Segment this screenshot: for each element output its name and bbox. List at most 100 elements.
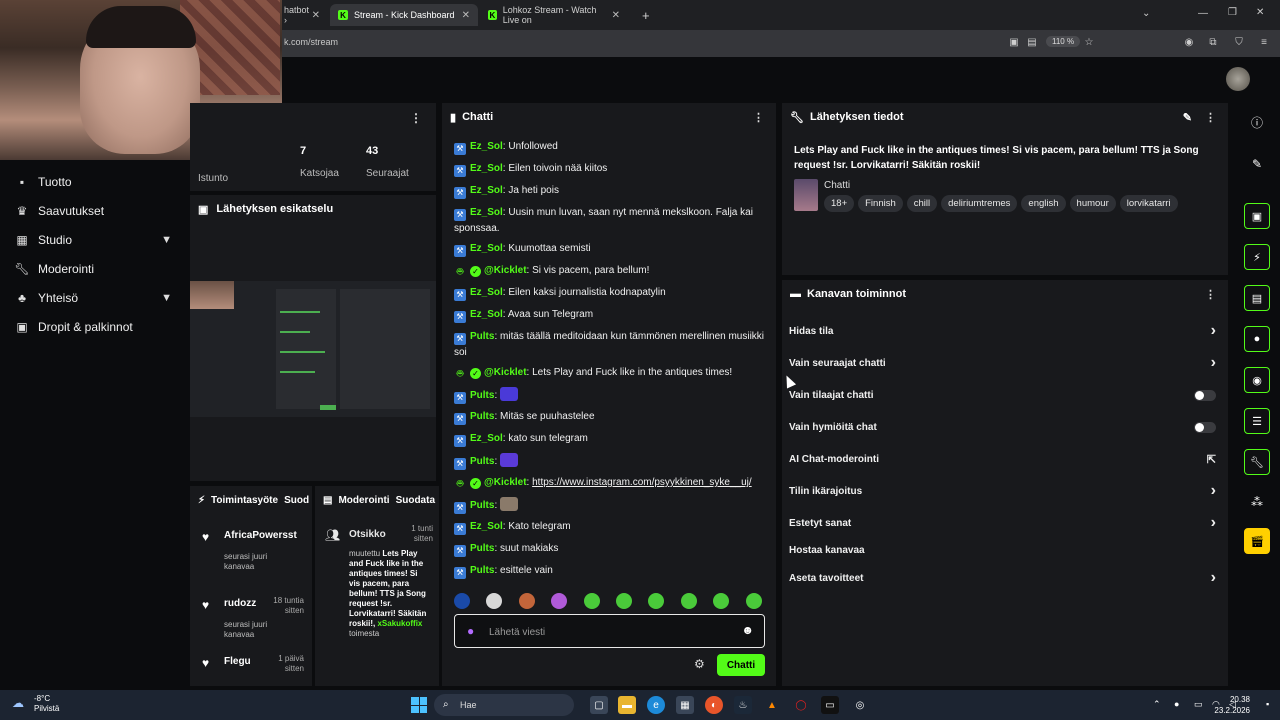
broadcast-icon[interactable]: ◉ xyxy=(1244,367,1270,393)
close-icon[interactable]: ✕ xyxy=(312,10,320,21)
obs-icon[interactable]: ◎ xyxy=(851,696,869,714)
shield-icon[interactable]: ⛉ xyxy=(1233,37,1245,49)
file-explorer-icon[interactable]: ▬ xyxy=(618,696,636,714)
chat-username[interactable]: Pults xyxy=(470,500,494,511)
chat-username[interactable]: @Kicklet xyxy=(484,367,527,378)
sidebar-item-tuotto[interactable]: ▪ Tuotto xyxy=(0,168,188,196)
steam-icon[interactable]: ♨ xyxy=(734,696,752,714)
sidebar-item-dropit[interactable]: ▣ Dropit & palkinnot xyxy=(0,313,188,341)
channel-action-row[interactable]: Vain seuraajat chatti › xyxy=(782,349,1228,377)
notifications-icon[interactable]: ▪ xyxy=(1266,699,1269,709)
gear-icon[interactable]: ⚙ xyxy=(694,657,705,671)
chat-username[interactable]: Pults xyxy=(470,331,494,342)
channel-action-row[interactable]: Hidas tila › xyxy=(782,317,1228,345)
tray-chevron-icon[interactable]: ⌃ xyxy=(1153,699,1161,710)
store-icon[interactable]: ▦ xyxy=(676,696,694,714)
vlc-icon[interactable]: ▲ xyxy=(763,696,781,714)
opera-icon[interactable]: ◯ xyxy=(792,696,810,714)
task-view-icon[interactable]: ▢ xyxy=(590,696,608,714)
filter-label[interactable]: Suod xyxy=(284,495,309,506)
emote-icon[interactable] xyxy=(745,593,762,609)
close-icon[interactable]: ✕ xyxy=(612,10,620,21)
emote-icon[interactable] xyxy=(486,593,503,609)
chat-username[interactable]: Pults xyxy=(470,543,494,554)
edge-icon[interactable]: e xyxy=(647,696,665,714)
chat-username[interactable]: Pults xyxy=(470,411,494,422)
mod-actor[interactable]: xSakukoffix xyxy=(377,619,422,628)
chat-username[interactable]: Ez_Sol xyxy=(470,521,503,532)
maximize-icon[interactable]: ❐ xyxy=(1228,7,1237,18)
account-icon[interactable]: ◉ xyxy=(1183,37,1195,49)
sidebar-item-moderointi[interactable]: 🔧︎ Moderointi xyxy=(0,255,188,283)
chat-username[interactable]: Ez_Sol xyxy=(470,433,503,444)
chat-username[interactable]: Pults xyxy=(470,565,494,576)
tag-chip[interactable]: chill xyxy=(906,195,938,212)
chat-username[interactable]: @Kicklet xyxy=(484,477,527,488)
emote-icon[interactable] xyxy=(583,593,600,609)
browser-tab-active[interactable]: K Stream - Kick Dashboard ✕ xyxy=(330,4,478,26)
display-icon[interactable]: ▭ xyxy=(1194,699,1203,710)
firefox-icon[interactable]: ◐ xyxy=(705,696,723,714)
browser-tab[interactable]: hatbot › ✕ xyxy=(276,4,328,26)
microphone-icon[interactable]: ● xyxy=(467,624,474,638)
new-tab-button[interactable]: + xyxy=(634,4,654,26)
tag-chip[interactable]: lorvikatarri xyxy=(1119,195,1178,212)
channel-action-row[interactable]: Hostaa kanavaa xyxy=(782,536,1228,564)
emote-icon[interactable] xyxy=(680,593,697,609)
chat-input-box[interactable]: ● ☻ xyxy=(454,614,765,648)
kebab-icon[interactable]: ⋮ xyxy=(1205,288,1216,301)
reader-icon[interactable]: ▤ xyxy=(1026,37,1038,49)
chat-username[interactable]: Pults xyxy=(470,456,494,467)
tab-list-icon[interactable]: ⌄ xyxy=(1142,8,1150,19)
channel-action-row[interactable]: Aseta tavoitteet › xyxy=(782,564,1228,592)
emoji-icon[interactable]: ☻ xyxy=(741,623,754,637)
toggle-switch[interactable] xyxy=(1194,389,1216,401)
chat-input[interactable] xyxy=(489,624,729,640)
pencil-icon[interactable]: ✎ xyxy=(1244,153,1270,175)
minimize-icon[interactable]: — xyxy=(1198,8,1208,19)
camera-icon[interactable]: ▣ xyxy=(1244,203,1270,229)
chat-username[interactable]: Ez_Sol xyxy=(470,163,503,174)
group-icon[interactable]: ⁂ xyxy=(1244,491,1270,513)
channel-action-row[interactable]: Vain hymiöitä chat xyxy=(782,413,1228,441)
close-icon[interactable]: ✕ xyxy=(462,10,470,21)
chat-username[interactable]: Ez_Sol xyxy=(470,141,503,152)
list-icon[interactable]: ☰ xyxy=(1244,408,1270,434)
emote-icon[interactable] xyxy=(616,593,632,609)
avatar[interactable] xyxy=(1226,67,1250,91)
clapperboard-icon[interactable]: 🎬︎ xyxy=(1244,528,1270,554)
chat-username[interactable]: Ez_Sol xyxy=(470,207,503,218)
start-button[interactable] xyxy=(411,697,427,713)
emote-icon[interactable] xyxy=(648,593,665,609)
kebab-icon[interactable]: ⋮ xyxy=(1205,111,1216,124)
chat-username[interactable]: Ez_Sol xyxy=(470,287,503,298)
tag-chip[interactable]: humour xyxy=(1069,195,1116,212)
emote-icon[interactable] xyxy=(713,593,730,609)
terminal-icon[interactable]: ▭ xyxy=(821,696,839,714)
chat-link[interactable]: https://www.instagram.com/psyykkinen_syk… xyxy=(532,477,752,488)
edit-icon[interactable]: ✎ xyxy=(1183,111,1192,124)
chat-username[interactable]: Ez_Sol xyxy=(470,185,503,196)
kebab-icon[interactable]: ⋮ xyxy=(753,111,764,124)
kebab-icon[interactable]: ⋮ xyxy=(410,111,422,125)
toggle-switch[interactable] xyxy=(1194,421,1216,433)
channel-action-row[interactable]: Vain tilaajat chatti xyxy=(782,381,1228,409)
stream-preview-image[interactable] xyxy=(190,281,436,417)
chat-username[interactable]: @Kicklet xyxy=(484,265,527,276)
emote-icon[interactable] xyxy=(518,593,535,609)
follower-name[interactable]: AfricaPowersst xyxy=(224,530,302,541)
chat-username[interactable]: Ez_Sol xyxy=(470,243,503,254)
chat-username[interactable]: Ez_Sol xyxy=(470,309,503,320)
bookmark-star-icon[interactable]: ☆ xyxy=(1083,37,1095,49)
bolt-icon[interactable]: ⚡︎ xyxy=(1244,244,1270,270)
url-field[interactable]: k.com/stream xyxy=(284,37,338,47)
sidebar-item-yhteiso[interactable]: ♣ Yhteisö ▼ xyxy=(0,284,188,312)
microphone-icon[interactable]: ● xyxy=(1174,699,1179,709)
zoom-level[interactable]: 110 % xyxy=(1046,36,1081,47)
chat-icon[interactable]: ● xyxy=(1244,326,1270,352)
document-icon[interactable]: ▤ xyxy=(1244,285,1270,311)
tag-chip[interactable]: deliriumtremes xyxy=(941,195,1018,212)
extensions-icon[interactable]: ⧉ xyxy=(1207,37,1219,49)
channel-action-row[interactable]: Estetyt sanat › xyxy=(782,509,1228,537)
menu-icon[interactable]: ≡ xyxy=(1258,37,1270,49)
